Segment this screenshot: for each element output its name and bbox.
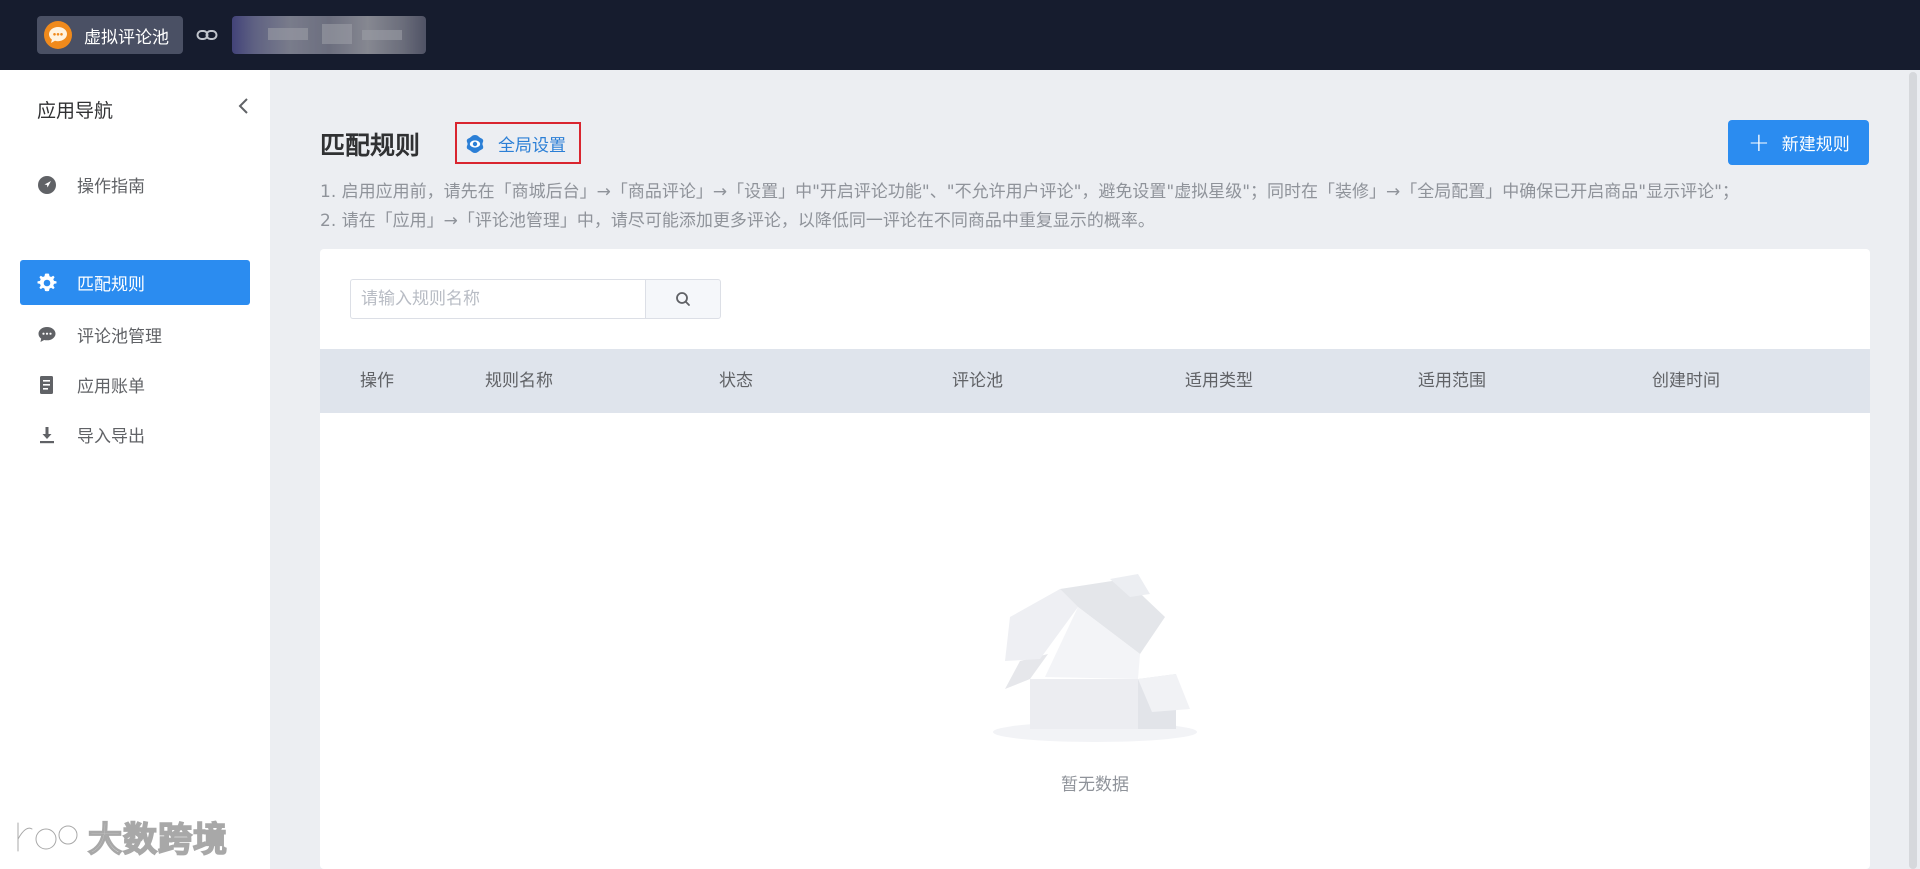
watermark-text: 大数跨境 bbox=[87, 819, 228, 861]
page-scrollbar[interactable] bbox=[1909, 72, 1917, 869]
rules-panel: 操作 规则名称 状态 评论池 适用类型 适用范围 创建时间 暂无数据 bbox=[320, 249, 1870, 869]
new-rule-label: 新建规则 bbox=[1781, 135, 1850, 155]
search-icon bbox=[676, 292, 690, 306]
sidebar-item-import-export[interactable]: 导入导出 bbox=[20, 412, 250, 457]
sidebar-item-billing[interactable]: 应用账单 bbox=[20, 362, 250, 407]
column-header-comment-pool: 评论池 bbox=[952, 371, 1003, 391]
eye-settings-icon bbox=[466, 135, 484, 153]
search-button[interactable] bbox=[645, 279, 721, 319]
download-icon bbox=[36, 424, 58, 446]
sidebar-item-guide[interactable]: 操作指南 bbox=[20, 162, 250, 207]
search-box bbox=[350, 279, 725, 319]
top-bar: 虚拟评论池 bbox=[0, 0, 1920, 70]
column-header-actions: 操作 bbox=[360, 371, 394, 391]
sidebar-item-comment-pool[interactable]: 评论池管理 bbox=[20, 312, 250, 357]
gear-icon bbox=[36, 272, 58, 294]
sidebar-title: 应用导航 bbox=[37, 100, 114, 122]
page-title: 匹配规则 bbox=[320, 131, 421, 160]
chevron-left-icon[interactable] bbox=[236, 96, 252, 116]
column-header-apply-type: 适用类型 bbox=[1185, 371, 1253, 391]
table-header: 操作 规则名称 状态 评论池 适用类型 适用范围 创建时间 bbox=[320, 349, 1870, 413]
plus-icon: + bbox=[1748, 127, 1770, 158]
column-header-apply-scope: 适用范围 bbox=[1418, 371, 1486, 391]
sidebar-item-match-rules[interactable]: 匹配规则 bbox=[20, 260, 250, 305]
tip-line-2: 2. 请在「应用」→「评论池管理」中，请尽可能添加更多评论，以降低同一评论在不同… bbox=[320, 211, 1155, 231]
link-icon[interactable] bbox=[196, 26, 218, 44]
sidebar-item-label: 评论池管理 bbox=[77, 327, 162, 347]
sidebar-item-label: 操作指南 bbox=[77, 177, 145, 197]
app-name: 虚拟评论池 bbox=[84, 27, 169, 48]
global-settings-button[interactable]: 全局设置 bbox=[455, 122, 581, 164]
empty-state-text: 暂无数据 bbox=[1061, 775, 1129, 795]
new-rule-button[interactable]: + 新建规则 bbox=[1728, 120, 1869, 165]
navigation-arrow-icon bbox=[36, 174, 58, 196]
chat-logo-icon bbox=[44, 21, 72, 49]
store-name-blurred[interactable] bbox=[232, 16, 426, 54]
chat-bubble-icon bbox=[36, 324, 58, 346]
tip-line-1: 1. 启用应用前，请先在「商城后台」→「商品评论」→「设置」中"开启评论功能"、… bbox=[320, 182, 1739, 202]
sidebar-item-label: 匹配规则 bbox=[77, 275, 145, 295]
global-settings-label: 全局设置 bbox=[498, 135, 566, 156]
watermark-logo bbox=[15, 820, 80, 853]
search-input[interactable] bbox=[350, 279, 645, 319]
column-header-created-time: 创建时间 bbox=[1652, 371, 1720, 391]
watermark: 大数跨境 bbox=[12, 812, 228, 861]
app-switcher[interactable]: 虚拟评论池 bbox=[37, 16, 183, 54]
sidebar: 应用导航 操作指南 匹配规则 评论池管理 应用账单 导入导出 bbox=[0, 70, 270, 869]
column-header-rule-name: 规则名称 bbox=[485, 371, 553, 391]
column-header-status: 状态 bbox=[719, 371, 753, 391]
sidebar-item-label: 导入导出 bbox=[77, 427, 145, 447]
document-icon bbox=[36, 374, 58, 396]
empty-box-icon bbox=[993, 574, 1197, 742]
sidebar-item-label: 应用账单 bbox=[77, 377, 145, 397]
